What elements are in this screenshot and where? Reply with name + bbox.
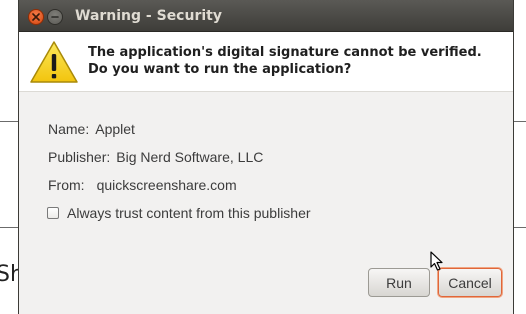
always-trust-label[interactable]: Always trust content from this publisher <box>67 205 311 221</box>
background-divider <box>514 227 526 228</box>
warning-icon <box>30 41 78 83</box>
minimize-button[interactable] <box>47 9 63 25</box>
publisher-label: Publisher: <box>48 149 111 165</box>
name-label: Name: <box>48 121 90 137</box>
run-button[interactable]: Run <box>368 268 430 297</box>
cancel-button[interactable]: Cancel <box>438 268 502 297</box>
window-title: Warning - Security <box>75 8 222 24</box>
minimize-icon <box>51 16 59 18</box>
close-button[interactable] <box>28 9 44 25</box>
name-value: Applet <box>95 121 135 137</box>
background-divider <box>0 227 18 228</box>
from-value: quickscreenshare.com <box>96 177 237 193</box>
always-trust-checkbox[interactable] <box>47 207 59 219</box>
warning-message: The application's digital signature cann… <box>88 45 482 77</box>
background-divider <box>0 121 18 122</box>
always-trust-option[interactable]: Always trust content from this publisher <box>47 205 311 221</box>
from-row: From: quickscreenshare.com <box>48 177 237 193</box>
warning-header: The application's digital signature cann… <box>19 32 513 92</box>
publisher-value: Big Nerd Software, LLC <box>116 149 264 165</box>
publisher-row: Publisher: Big Nerd Software, LLC <box>48 149 263 165</box>
background-divider <box>514 121 526 122</box>
close-icon <box>32 13 40 21</box>
title-bar[interactable]: Warning - Security <box>19 0 513 32</box>
from-label: From: <box>48 177 85 193</box>
name-row: Name: Applet <box>48 121 135 137</box>
mouse-pointer-icon <box>430 251 443 271</box>
